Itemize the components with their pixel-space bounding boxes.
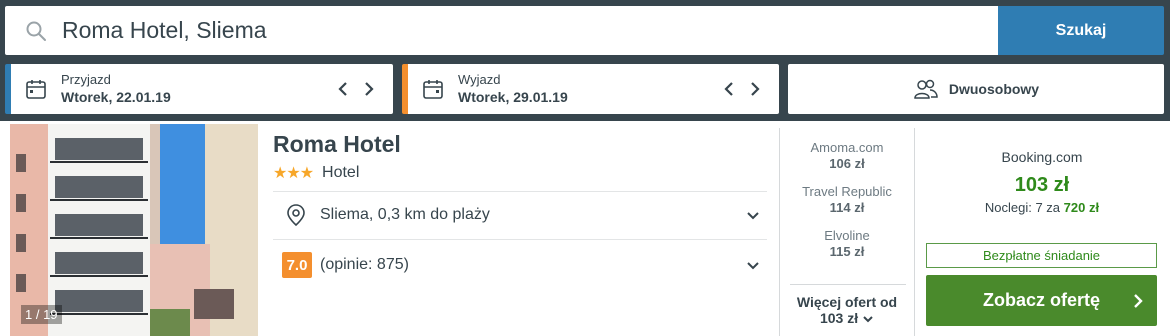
checkin-value: Wtorek, 22.01.19 (61, 89, 171, 105)
reviews-count: (opinie: 875) (320, 256, 409, 273)
more-offers-button[interactable]: Więcej ofert od 103 zł (780, 294, 914, 326)
checkout-value: Wtorek, 29.01.19 (458, 89, 568, 105)
star-rating: ★★★ (273, 165, 314, 182)
offer-price: 115 zł (829, 244, 865, 259)
breakfast-badge: Bezpłatne śniadanie (926, 243, 1157, 268)
offer-provider: Amoma.com (810, 140, 884, 155)
offer-item[interactable]: Travel Republic 114 zł (780, 184, 914, 216)
rating-row[interactable]: 7.0 (opinie: 875) (282, 252, 760, 278)
checkin-date-field[interactable]: Przyjazd Wtorek, 22.01.19 (5, 64, 393, 114)
search-value: Roma Hotel, Sliema (62, 17, 267, 43)
chevron-right-icon[interactable] (363, 81, 375, 97)
checkin-arrows (337, 81, 375, 97)
rating-badge: 7.0 (282, 252, 312, 278)
checkin-text: Przyjazd Wtorek, 22.01.19 (61, 72, 337, 106)
more-offers-label: Więcej ofert od (796, 294, 898, 310)
room-type-label: Dwuosobowy (948, 81, 1040, 97)
divider (273, 191, 767, 192)
offer-price: 106 zł (829, 156, 865, 171)
location-row[interactable]: Sliema, 0,3 km do plaży (286, 203, 760, 227)
offer-price: 114 zł (829, 200, 865, 215)
checkout-text: Wyjazd Wtorek, 29.01.19 (458, 72, 723, 106)
chevron-left-icon[interactable] (337, 81, 349, 97)
chevron-down-icon[interactable] (746, 261, 760, 270)
chevron-right-icon[interactable] (749, 81, 761, 97)
checkout-date-field[interactable]: Wyjazd Wtorek, 29.01.19 (402, 64, 779, 114)
offer-provider: Travel Republic (802, 184, 892, 199)
search-bar: Roma Hotel, Sliema Szukaj (5, 6, 1164, 55)
view-deal-label: Zobacz ofertę (982, 290, 1101, 310)
checkout-label: Wyjazd (458, 72, 501, 87)
checkout-arrows (723, 81, 761, 97)
divider (273, 239, 767, 240)
hotel-photo[interactable]: 1 / 19 (10, 124, 258, 336)
best-deal: Booking.com 103 zł Noclegi: 7 za 720 zł … (926, 121, 1158, 336)
hotel-type: Hotel (322, 164, 360, 181)
offer-provider: Elvoline (824, 228, 870, 243)
view-deal-button[interactable]: Zobacz ofertę (926, 275, 1157, 326)
alternative-offers: Amoma.com 106 zł Travel Republic 114 zł … (779, 128, 915, 336)
search-button[interactable]: Szukaj (998, 6, 1164, 55)
location-text: Sliema, 0,3 km do plaży (320, 206, 490, 223)
deal-nights-text: Noclegi: 7 za (984, 200, 1061, 215)
users-icon (914, 79, 938, 99)
calendar-icon (423, 80, 443, 99)
hotel-name[interactable]: Roma Hotel (273, 131, 401, 158)
chevron-down-icon[interactable] (746, 211, 760, 220)
chevron-down-icon (863, 316, 873, 323)
search-input[interactable]: Roma Hotel, Sliema (5, 6, 998, 55)
deal-price[interactable]: 103 zł (926, 174, 1158, 197)
map-pin-icon (287, 204, 305, 227)
more-offers-price: 103 zł (819, 310, 859, 326)
deal-provider: Booking.com (1001, 149, 1083, 165)
chevron-right-icon (1134, 294, 1143, 308)
offer-item[interactable]: Elvoline 115 zł (780, 228, 914, 260)
calendar-icon (26, 80, 46, 99)
deal-nights: Noclegi: 7 za 720 zł (926, 200, 1158, 215)
hotel-result-card: 1 / 19 Roma Hotel ★★★ Hotel Sliema, 0,3 … (0, 121, 1170, 336)
deal-nights-total: 720 zł (1063, 200, 1100, 215)
divider (790, 284, 906, 285)
hotel-category: ★★★ Hotel (273, 163, 359, 183)
more-offers-price-row: 103 zł (780, 310, 914, 326)
room-type-selector[interactable]: Dwuosobowy (788, 64, 1164, 114)
checkin-label: Przyjazd (61, 72, 111, 87)
photo-counter: 1 / 19 (21, 305, 62, 324)
date-selector-row: Przyjazd Wtorek, 22.01.19 Wyjazd Wtorek,… (5, 64, 1164, 114)
offer-item[interactable]: Amoma.com 106 zł (780, 140, 914, 172)
search-icon (26, 21, 46, 41)
chevron-left-icon[interactable] (723, 81, 735, 97)
